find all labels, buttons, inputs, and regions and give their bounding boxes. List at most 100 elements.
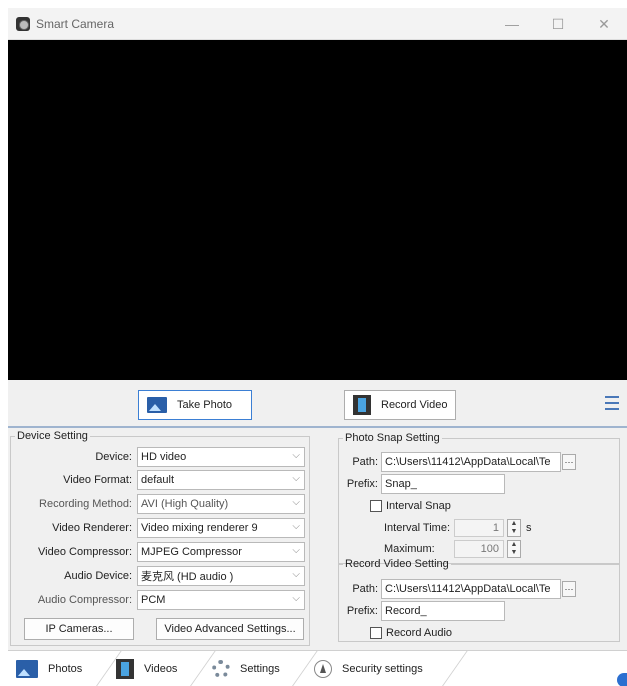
tab-photos[interactable]: Photos	[16, 651, 82, 686]
recording-method-value: AVI (High Quality)	[141, 498, 229, 510]
interval-snap-row[interactable]: Interval Snap	[370, 496, 451, 516]
audio-device-label: Audio Device:	[64, 570, 132, 582]
close-button[interactable]: ✕	[581, 8, 627, 40]
video-preview	[8, 40, 627, 380]
maximum-row: Maximum: 100 ▲ ▼	[384, 539, 521, 559]
tab-videos-label: Videos	[144, 663, 178, 675]
video-format-value: default	[141, 474, 175, 486]
photo-icon	[16, 660, 38, 678]
chevron-down-icon: ⌵	[292, 569, 300, 580]
photo-path-input[interactable]: C:\Users\11412\AppData\Local\Te	[381, 452, 561, 472]
bottom-tab-bar: Photos Videos Settings Security settings	[8, 650, 627, 686]
record-video-button[interactable]: Record Video	[344, 390, 456, 420]
tab-settings-label: Settings	[240, 663, 280, 675]
maximum-spinner[interactable]: ▲ ▼	[507, 540, 521, 558]
tab-security-settings-label: Security settings	[342, 663, 423, 675]
audio-device-select[interactable]: 麦克风 (HD audio ) ⌵	[137, 566, 305, 586]
take-photo-button[interactable]: Take Photo	[138, 390, 252, 420]
interval-time-spinner[interactable]: ▲ ▼	[507, 519, 521, 537]
tab-videos[interactable]: Videos	[116, 651, 177, 686]
photo-snap-legend: Photo Snap Setting	[345, 432, 440, 444]
recording-method-label: Recording Method:	[39, 498, 132, 510]
camera-app-icon	[16, 16, 30, 31]
collapse-panel-icon[interactable]	[605, 392, 619, 414]
recording-method-select[interactable]: AVI (High Quality) ⌵	[137, 494, 305, 514]
interval-snap-label: Interval Snap	[386, 500, 451, 512]
film-icon	[116, 659, 134, 679]
notification-indicator	[617, 673, 627, 686]
record-path-browse-button[interactable]: ···	[562, 581, 576, 597]
video-compressor-select[interactable]: MJPEG Compressor ⌵	[137, 542, 305, 562]
chevron-down-icon: ⌵	[292, 593, 300, 604]
device-select[interactable]: HD video ⌵	[137, 447, 305, 467]
chevron-down-icon: ⌵	[292, 473, 300, 484]
tab-divider	[441, 651, 468, 686]
video-renderer-row: Video Renderer: Video mixing renderer 9 ⌵	[8, 518, 305, 538]
audio-compressor-label: Audio Compressor:	[37, 594, 132, 606]
record-prefix-label: Prefix:	[346, 605, 378, 617]
ip-cameras-button[interactable]: IP Cameras...	[24, 618, 134, 640]
tab-security-settings[interactable]: Security settings	[314, 651, 423, 686]
window-controls: — ☐ ✕	[489, 8, 627, 40]
interval-unit-label: s	[526, 522, 532, 534]
photo-prefix-label: Prefix:	[346, 478, 378, 490]
interval-time-label: Interval Time:	[384, 522, 451, 534]
device-setting-legend: Device Setting	[17, 430, 88, 442]
photo-prefix-row: Prefix: Snap_	[344, 474, 505, 494]
video-renderer-select[interactable]: Video mixing renderer 9 ⌵	[137, 518, 305, 538]
tab-settings[interactable]: Settings	[212, 651, 280, 686]
minimize-button[interactable]: —	[489, 8, 535, 40]
film-icon	[353, 395, 371, 415]
device-label: Device:	[95, 451, 132, 463]
chevron-down-icon: ⌵	[292, 497, 300, 508]
audio-device-value: 麦克风 (HD audio )	[141, 571, 234, 583]
device-value: HD video	[141, 451, 187, 463]
video-renderer-label: Video Renderer:	[52, 522, 132, 534]
video-compressor-label: Video Compressor:	[38, 546, 132, 558]
record-audio-checkbox[interactable]	[370, 627, 382, 639]
photo-prefix-input[interactable]: Snap_	[381, 474, 505, 494]
title-bar: Smart Camera — ☐ ✕	[8, 8, 627, 40]
maximum-label: Maximum:	[384, 543, 435, 555]
record-video-label: Record Video	[381, 399, 448, 411]
video-renderer-value: Video mixing renderer 9	[141, 522, 258, 534]
video-format-select[interactable]: default ⌵	[137, 470, 305, 490]
record-video-legend: Record Video Setting	[345, 558, 449, 570]
gear-icon	[212, 660, 230, 678]
chevron-down-icon: ⌵	[292, 545, 300, 556]
settings-panel: Device Setting Device: HD video ⌵ Video F…	[8, 428, 627, 650]
device-row: Device: HD video ⌵	[8, 447, 305, 467]
interval-time-row: Interval Time: 1 ▲ ▼ s	[384, 518, 532, 538]
video-format-label: Video Format:	[63, 474, 132, 486]
record-audio-label: Record Audio	[386, 627, 453, 639]
interval-time-input[interactable]: 1	[454, 519, 504, 537]
maximum-input[interactable]: 100	[454, 540, 504, 558]
audio-compressor-select[interactable]: PCM ⌵	[137, 590, 305, 610]
interval-snap-checkbox[interactable]	[370, 500, 382, 512]
record-path-input[interactable]: C:\Users\11412\AppData\Local\Te	[381, 579, 561, 599]
take-photo-label: Take Photo	[177, 399, 233, 411]
record-prefix-row: Prefix: Record_	[344, 601, 505, 621]
security-icon	[314, 660, 332, 678]
record-audio-row[interactable]: Record Audio	[370, 623, 452, 643]
tab-photos-label: Photos	[48, 663, 83, 675]
chevron-down-icon: ⌵	[292, 450, 300, 461]
audio-compressor-value: PCM	[141, 594, 166, 606]
window-title: Smart Camera	[36, 16, 115, 31]
maximize-button[interactable]: ☐	[535, 8, 581, 40]
action-toolbar: Take Photo Record Video	[8, 380, 627, 428]
record-path-row: Path: C:\Users\11412\AppData\Local\Te ··…	[344, 579, 576, 599]
photo-path-row: Path: C:\Users\11412\AppData\Local\Te ··…	[344, 452, 576, 472]
video-format-row: Video Format: default ⌵	[8, 470, 305, 490]
record-prefix-input[interactable]: Record_	[381, 601, 505, 621]
record-path-label: Path:	[352, 583, 378, 595]
video-advanced-settings-button[interactable]: Video Advanced Settings...	[156, 618, 304, 640]
recording-method-row: Recording Method: AVI (High Quality) ⌵	[8, 494, 305, 514]
chevron-down-icon: ⌵	[292, 521, 300, 532]
video-compressor-row: Video Compressor: MJPEG Compressor ⌵	[8, 542, 305, 562]
photo-icon	[147, 397, 167, 413]
photo-path-label: Path:	[352, 456, 378, 468]
photo-path-browse-button[interactable]: ···	[562, 454, 576, 470]
video-compressor-value: MJPEG Compressor	[141, 546, 242, 558]
audio-device-row: Audio Device: 麦克风 (HD audio ) ⌵	[8, 566, 305, 586]
